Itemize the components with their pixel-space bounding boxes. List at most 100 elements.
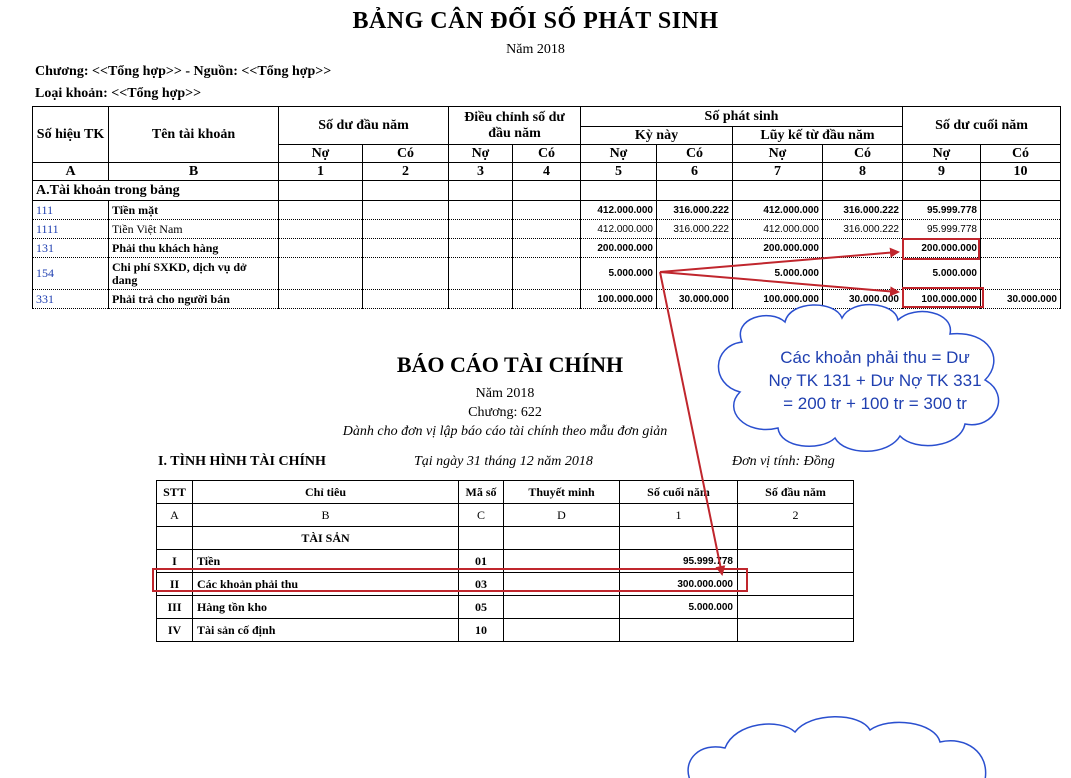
report-subtitle: Dành cho đơn vị lập báo cáo tài chính th… — [342, 424, 668, 439]
account-code: 111 — [32, 200, 109, 220]
value-cell: 412.000.000 — [732, 200, 823, 220]
callout-text: Các khoản phải thu = Dư Nợ TK 131 + Dư N… — [750, 346, 1000, 415]
row-stt: II — [156, 572, 193, 596]
report-unit: Đơn vị tính: Đồng — [732, 454, 835, 469]
index-cell: 7 — [732, 162, 823, 181]
account-name: Phải thu khách hàng — [108, 238, 279, 258]
index-cell: 10 — [980, 162, 1061, 181]
row-end-value: 300.000.000 — [619, 572, 738, 596]
row-name: Các khoản phải thu — [192, 572, 459, 596]
balance-info-type: Loại khoản: <<Tổng hợp>> — [35, 86, 202, 101]
account-code: 131 — [32, 238, 109, 258]
account-code: 1111 — [32, 219, 109, 239]
value-cell: 200.000.000 — [902, 238, 981, 258]
table-row: III Hàng tồn kho 05 5.000.000 — [156, 595, 854, 619]
index-cell: 4 — [512, 162, 581, 181]
header-co: Có — [980, 144, 1061, 163]
value-cell: 5.000.000 — [580, 257, 657, 290]
index-cell: 5 — [580, 162, 657, 181]
index-cell: A — [156, 503, 193, 527]
header-co: Có — [362, 144, 449, 163]
index-cell: 8 — [822, 162, 903, 181]
index-cell: 2 — [362, 162, 449, 181]
value-cell: 95.999.778 — [902, 200, 981, 220]
value-cell: 30.000.000 — [656, 289, 733, 309]
report-section: I. TÌNH HÌNH TÀI CHÍNH — [158, 454, 326, 469]
row-stt: III — [156, 595, 193, 619]
value-cell — [980, 257, 1061, 290]
index-cell: B — [192, 503, 459, 527]
value-cell — [656, 238, 733, 258]
value-cell: 100.000.000 — [580, 289, 657, 309]
header-co: Có — [822, 144, 903, 163]
row-end-value: 5.000.000 — [619, 595, 738, 619]
value-cell — [980, 200, 1061, 220]
table-row: 111 Tiền mặt 412.000.000 316.000.222 412… — [32, 200, 1061, 220]
table-row: 331 Phải trả cho người bán 100.000.000 3… — [32, 289, 1061, 309]
header-code: Số hiệu TK — [32, 106, 109, 163]
value-cell: 200.000.000 — [732, 238, 823, 258]
report-date: Tại ngày 31 tháng 12 năm 2018 — [414, 454, 593, 469]
value-cell — [980, 219, 1061, 239]
row-code: 03 — [458, 572, 504, 596]
value-cell: 200.000.000 — [580, 238, 657, 258]
index-cell: 6 — [656, 162, 733, 181]
header-opening: Số dư đầu năm — [278, 106, 449, 145]
value-cell: 316.000.222 — [822, 219, 903, 239]
value-cell: 95.999.778 — [902, 219, 981, 239]
table-row: IV Tài sản cố định 10 — [156, 618, 854, 642]
account-code: 331 — [32, 289, 109, 309]
header-code: Mã số — [458, 480, 504, 504]
header-co: Có — [512, 144, 581, 163]
value-cell: 316.000.222 — [656, 200, 733, 220]
header-end-year: Số cuối năm — [619, 480, 738, 504]
table-row: 154 Chi phí SXKD, dịch vụ dở dang 5.000.0… — [32, 257, 1061, 290]
header-no: Nợ — [278, 144, 363, 163]
header-co: Có — [656, 144, 733, 163]
table-row: 131 Phải thu khách hàng 200.000.000 200.… — [32, 238, 1061, 258]
header-explanation: Thuyết minh — [503, 480, 620, 504]
value-cell: 100.000.000 — [732, 289, 823, 309]
callout-line: Nợ TK 131 + Dư Nợ TK 331 — [768, 371, 982, 390]
value-cell: 5.000.000 — [902, 257, 981, 290]
callout-line: Các khoản phải thu = Dư — [780, 348, 970, 367]
header-no: Nợ — [580, 144, 657, 163]
value-cell: 412.000.000 — [580, 200, 657, 220]
header-no: Nợ — [732, 144, 823, 163]
value-cell: 412.000.000 — [580, 219, 657, 239]
account-code: 154 — [32, 257, 109, 290]
report-table: STT Chỉ tiêu Mã số Thuyết minh Số cuối n… — [156, 480, 854, 642]
header-indicator: Chỉ tiêu — [192, 480, 459, 504]
account-name: Chi phí SXKD, dịch vụ dở dang — [108, 257, 279, 290]
header-closing: Số dư cuối năm — [902, 106, 1061, 145]
row-code: 10 — [458, 618, 504, 642]
value-cell — [656, 257, 733, 290]
index-cell: B — [108, 162, 279, 181]
account-name: Phải trả cho người bán — [108, 289, 279, 309]
row-end-value: 95.999.778 — [619, 549, 738, 573]
group-label: TÀI SẢN — [192, 526, 459, 550]
value-cell: 316.000.222 — [822, 200, 903, 220]
row-code: 01 — [458, 549, 504, 573]
header-start-year: Số đầu năm — [737, 480, 854, 504]
row-name: Hàng tồn kho — [192, 595, 459, 619]
header-ytd: Lũy kế từ đầu năm — [732, 126, 903, 145]
header-no: Nợ — [902, 144, 981, 163]
balance-title: BẢNG CÂN ĐỐI SỐ PHÁT SINH — [352, 8, 719, 34]
value-cell — [822, 257, 903, 290]
section-label: A.Tài khoản trong bảng — [32, 180, 279, 201]
value-cell: 100.000.000 — [902, 289, 981, 309]
index-cell: 9 — [902, 162, 981, 181]
account-name-line2: dang — [112, 272, 138, 287]
header-period: Kỳ này — [580, 126, 733, 145]
callout-line: = 200 tr + 100 tr = 300 tr — [783, 394, 967, 413]
callout-cloud-partial — [687, 716, 987, 778]
table-row: II Các khoản phải thu 03 300.000.000 — [156, 572, 854, 596]
value-cell — [822, 238, 903, 258]
header-name: Tên tài khoản — [108, 106, 279, 163]
balance-info-chapter: Chương: <<Tổng hợp>> - Nguồn: <<Tổng hợp… — [35, 64, 332, 79]
row-name: Tài sản cố định — [192, 618, 459, 642]
header-no: Nợ — [448, 144, 513, 163]
index-cell: 1 — [619, 503, 738, 527]
index-cell: D — [503, 503, 620, 527]
